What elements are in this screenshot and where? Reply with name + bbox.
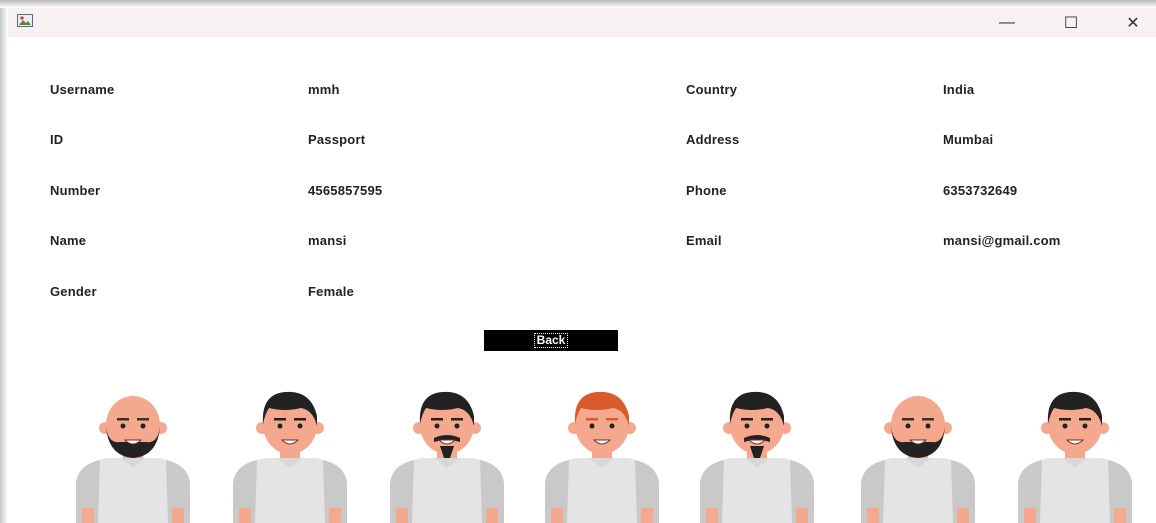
close-button[interactable]: ✕ (1110, 8, 1156, 37)
avatar-person (700, 391, 814, 523)
address-label: Address (686, 132, 740, 147)
name-value: mansi (308, 233, 347, 248)
back-button-label: Back (533, 333, 569, 348)
avatar-person (861, 396, 975, 523)
number-label: Number (50, 183, 101, 198)
email-value: mansi@gmail.com (943, 233, 1061, 248)
number-value: 4565857595 (308, 183, 383, 198)
avatar-banner (8, 368, 1156, 523)
maximize-button[interactable]: ☐ (1048, 8, 1094, 37)
avatar-person (390, 391, 504, 523)
window-shadow-top (0, 0, 1156, 8)
avatar-person (76, 396, 190, 523)
avatar-person (1018, 391, 1132, 523)
gender-value: Female (308, 284, 355, 299)
username-value: mmh (308, 82, 340, 97)
address-value: Mumbai (943, 132, 994, 147)
name-label: Name (50, 233, 87, 248)
country-label: Country (686, 82, 738, 97)
window-shadow-left (0, 0, 8, 523)
gender-label: Gender (50, 284, 97, 299)
username-label: Username (50, 82, 115, 97)
app-icon (17, 14, 33, 27)
email-label: Email (686, 233, 722, 248)
app-window: — ☐ ✕ Username mmh ID Passport Number 45… (8, 8, 1156, 523)
country-value: India (943, 82, 975, 97)
title-bar[interactable]: — ☐ ✕ (8, 8, 1156, 37)
avatar-person (233, 391, 347, 523)
back-button[interactable]: Back (484, 330, 618, 351)
avatar-person (545, 391, 659, 523)
id-label: ID (50, 132, 64, 147)
minimize-button[interactable]: — (984, 8, 1030, 37)
phone-label: Phone (686, 183, 727, 198)
id-value: Passport (308, 132, 366, 147)
phone-value: 6353732649 (943, 183, 1018, 198)
